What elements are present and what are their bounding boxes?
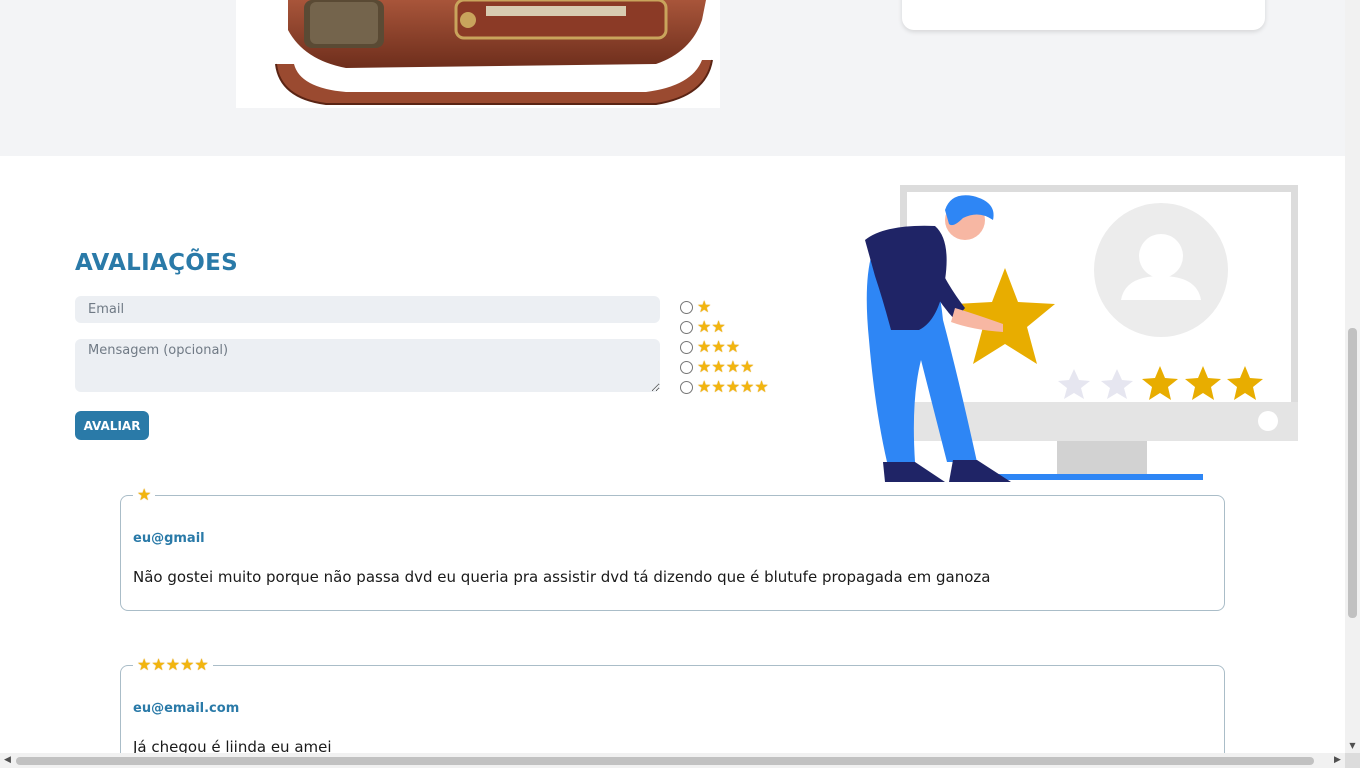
rating-radio-4[interactable] [680, 360, 693, 374]
message-textarea[interactable] [75, 339, 660, 392]
rating-radio-3[interactable] [680, 340, 693, 354]
rating-radio-1[interactable] [680, 300, 693, 314]
scrollbar-corner [1345, 753, 1360, 768]
star-rating-options: ★ ★★ ★★★ ★★★★ ★★★★★ [679, 297, 769, 397]
rating-option-4[interactable]: ★★★★ [679, 357, 769, 377]
scroll-down-arrow-icon[interactable]: ▼ [1345, 738, 1360, 753]
rating-option-3[interactable]: ★★★ [679, 337, 769, 357]
sidebar-card [902, 0, 1265, 30]
section-title: AVALIAÇÕES [75, 250, 239, 276]
review-text: Não gostei muito porque não passa dvd eu… [133, 568, 991, 586]
rating-option-2[interactable]: ★★ [679, 317, 769, 337]
stars-icon: ★ [697, 297, 712, 316]
horizontal-scrollbar-thumb[interactable] [16, 757, 1314, 765]
rating-radio-2[interactable] [680, 320, 693, 334]
scroll-left-arrow-icon[interactable]: ◀ [0, 753, 15, 768]
review-stars-icon: ★ [133, 484, 156, 506]
rating-radio-5[interactable] [680, 380, 693, 394]
rating-option-5[interactable]: ★★★★★ [679, 377, 769, 397]
vertical-scrollbar-thumb[interactable] [1348, 328, 1357, 618]
stars-icon: ★★★★★ [697, 377, 769, 396]
person-holding-star-illustration [855, 180, 1300, 485]
stars-icon: ★★★★ [697, 357, 755, 376]
review-card: ★ eu@gmail Não gostei muito porque não p… [120, 484, 1225, 611]
rating-option-1[interactable]: ★ [679, 297, 769, 317]
stars-icon: ★★ [697, 317, 726, 336]
stars-icon: ★★★ [697, 337, 741, 356]
vintage-radio-image [236, 0, 720, 108]
submit-rating-button[interactable]: AVALIAR [75, 411, 149, 440]
review-email: eu@email.com [133, 701, 240, 716]
scroll-right-arrow-icon[interactable]: ▶ [1330, 753, 1345, 768]
review-stars-icon: ★★★★★ [133, 654, 213, 676]
email-input[interactable] [75, 296, 660, 323]
review-email: eu@gmail [133, 531, 205, 546]
